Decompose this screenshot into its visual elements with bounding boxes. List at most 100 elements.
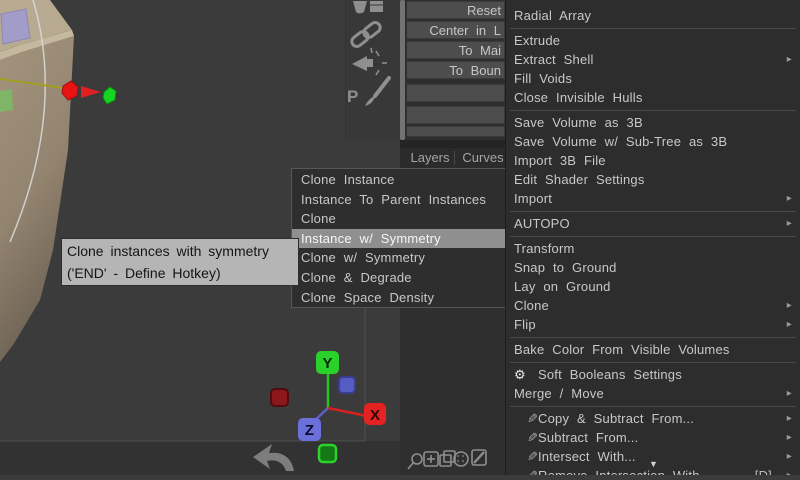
gizmo-green-square[interactable] xyxy=(319,445,336,462)
menu-item-clone-instance[interactable]: Clone Instance xyxy=(292,170,507,190)
menu-item-snap-to-ground[interactable]: Snap to Ground xyxy=(506,258,800,277)
green-handle-cube[interactable] xyxy=(103,87,116,104)
green-face-decal xyxy=(0,89,13,112)
menu-item-clone-w-symmetry[interactable]: Clone w/ Symmetry xyxy=(292,248,507,268)
menu-item-label: Snap to Ground xyxy=(514,260,792,275)
menu-item-save-volume-w-sub-tree-as-3b[interactable]: Save Volume w/ Sub-Tree as 3B xyxy=(506,132,800,151)
link-icon[interactable] xyxy=(350,21,382,49)
menu-item-clone-space-density[interactable]: Clone Space Density xyxy=(292,288,507,308)
menu-item-label: Clone xyxy=(301,209,498,229)
menu-item-label: Intersect With... xyxy=(538,449,782,464)
menu-item-radial-array[interactable]: Radial Array xyxy=(506,6,800,25)
menu-item-import-3b-file[interactable]: Import 3B File xyxy=(506,151,800,170)
volume-context-menu: ▼ Radial Array Extrude Extract Shell▸ Fill … xyxy=(505,0,800,475)
button-blank-6[interactable] xyxy=(407,126,505,137)
magnifier-icon[interactable] xyxy=(408,454,422,469)
submenu-arrow-icon: ▸ xyxy=(782,470,792,475)
menu-item-label: Instance w/ Symmetry xyxy=(301,229,498,249)
viewport-bottom-toolbar xyxy=(405,446,505,475)
button-reset[interactable]: Reset xyxy=(407,1,505,19)
duplicate-icon[interactable] xyxy=(440,451,455,466)
submenu-arrow-icon: ▸ xyxy=(782,193,792,204)
purple-face-decal xyxy=(1,9,30,44)
gizmo-x-label: X xyxy=(370,407,380,424)
menu-item-label: Flip xyxy=(514,317,782,332)
menu-item-instance-w-symmetry[interactable]: Instance w/ Symmetry xyxy=(292,229,507,249)
tooltip-line2: ('END' - Define Hotkey) xyxy=(67,262,293,284)
menu-item-label: Fill Voids xyxy=(514,71,792,86)
menu-item-subtract-from[interactable]: ✎Subtract From...▸ xyxy=(506,428,800,447)
menu-item-soft-booleans-settings[interactable]: ⚙Soft Booleans Settings xyxy=(506,365,800,384)
menu-item-clone-degrade[interactable]: Clone & Degrade xyxy=(292,268,507,288)
button-blank-5[interactable] xyxy=(407,106,505,124)
menu-item-instance-to-parent-instances[interactable]: Instance To Parent Instances xyxy=(292,190,507,210)
menu-item-clone[interactable]: Clone xyxy=(292,209,507,229)
menu-item-label: Edit Shader Settings xyxy=(514,172,792,187)
button-to-mai[interactable]: To Mai xyxy=(407,41,505,59)
button-center-in-l[interactable]: Center in L xyxy=(407,21,505,39)
tooltip: Clone instances with symmetry ('END' - D… xyxy=(61,238,299,286)
menu-item-label: Import 3B File xyxy=(514,153,792,168)
tab-curves[interactable]: Curves xyxy=(459,148,507,168)
menu-item-import[interactable]: Import▸ xyxy=(506,189,800,208)
menu-item-label: Remove Intersection With xyxy=(538,468,755,475)
pencil-icon: ✎ xyxy=(514,430,538,446)
menu-item-hotkey: [D] xyxy=(755,468,772,475)
pencil-icon: ✎ xyxy=(514,449,538,465)
menu-item-label: Merge / Move xyxy=(514,386,782,401)
menu-item-label: Clone w/ Symmetry xyxy=(301,248,498,268)
menu-item-edit-shader-settings[interactable]: Edit Shader Settings xyxy=(506,170,800,189)
expand-frame-icon[interactable] xyxy=(424,452,438,466)
menu-item-extrude[interactable]: Extrude xyxy=(506,31,800,50)
pencil-icon: ✎ xyxy=(514,468,538,476)
gizmo-x-line xyxy=(328,408,367,416)
tab-layers[interactable]: Layers xyxy=(406,148,454,168)
menu-item-lay-on-ground[interactable]: Lay on Ground xyxy=(506,277,800,296)
red-arrow-cone[interactable] xyxy=(81,86,101,98)
button-blank-4[interactable] xyxy=(407,84,505,102)
panel-tabs: LayersCurves xyxy=(400,140,510,168)
menu-item-autopo[interactable]: AUTOPO▸ xyxy=(506,214,800,233)
side-toolbar: P xyxy=(345,0,401,140)
menu-separator xyxy=(506,208,800,214)
menu-item-label: Save Volume w/ Sub-Tree as 3B xyxy=(514,134,792,149)
menu-separator xyxy=(506,403,800,409)
tab-recess xyxy=(400,140,510,148)
menu-item-label: Close Invisible Hulls xyxy=(514,90,792,105)
menu-item-bake-color-from-visible-volumes[interactable]: Bake Color From Visible Volumes xyxy=(506,340,800,359)
menu-item-save-volume-as-3b[interactable]: Save Volume as 3B xyxy=(506,113,800,132)
dotted-sphere-icon[interactable] xyxy=(454,452,468,466)
menu-item-label: Clone & Degrade xyxy=(301,268,498,288)
menu-separator xyxy=(506,107,800,113)
menu-item-transform[interactable]: Transform xyxy=(506,239,800,258)
tooltip-line1: Clone instances with symmetry xyxy=(67,240,293,262)
menu-item-label: Instance To Parent Instances xyxy=(301,190,498,210)
menu-item-label: Extrude xyxy=(514,33,792,48)
menu-separator xyxy=(506,233,800,239)
primitives-icon[interactable] xyxy=(353,1,383,14)
submenu-arrow-icon: ▸ xyxy=(782,413,792,424)
menu-item-flip[interactable]: Flip▸ xyxy=(506,315,800,334)
menu-item-copy-subtract-from[interactable]: ✎Copy & Subtract From...▸ xyxy=(506,409,800,428)
paint-icon[interactable]: P xyxy=(347,78,389,106)
gizmo-red-square[interactable] xyxy=(271,389,288,406)
sculpt-object-box[interactable] xyxy=(0,0,74,362)
menu-item-clone[interactable]: Clone▸ xyxy=(506,296,800,315)
menu-scroll-down-icon[interactable]: ▼ xyxy=(649,459,658,469)
menu-item-extract-shell[interactable]: Extract Shell▸ xyxy=(506,50,800,69)
panel-scrollbar[interactable] xyxy=(400,0,405,140)
menu-item-close-invisible-hulls[interactable]: Close Invisible Hulls xyxy=(506,88,800,107)
slashed-square-icon[interactable] xyxy=(472,450,486,465)
menu-item-label: Clone xyxy=(514,298,782,313)
gizmo-y-label: Y xyxy=(322,355,332,372)
menu-item-label: Import xyxy=(514,191,782,206)
menu-item-merge-move[interactable]: Merge / Move▸ xyxy=(506,384,800,403)
submenu-arrow-icon: ▸ xyxy=(782,54,792,65)
button-to-boun[interactable]: To Boun xyxy=(407,61,505,79)
menu-item-fill-voids[interactable]: Fill Voids xyxy=(506,69,800,88)
gizmo-blue-square[interactable] xyxy=(339,377,355,393)
menu-item-label: Clone Instance xyxy=(301,170,498,190)
ghost-view-icon[interactable] xyxy=(352,48,387,75)
menu-item-label: AUTOPO xyxy=(514,216,782,231)
submenu-arrow-icon: ▸ xyxy=(782,432,792,443)
